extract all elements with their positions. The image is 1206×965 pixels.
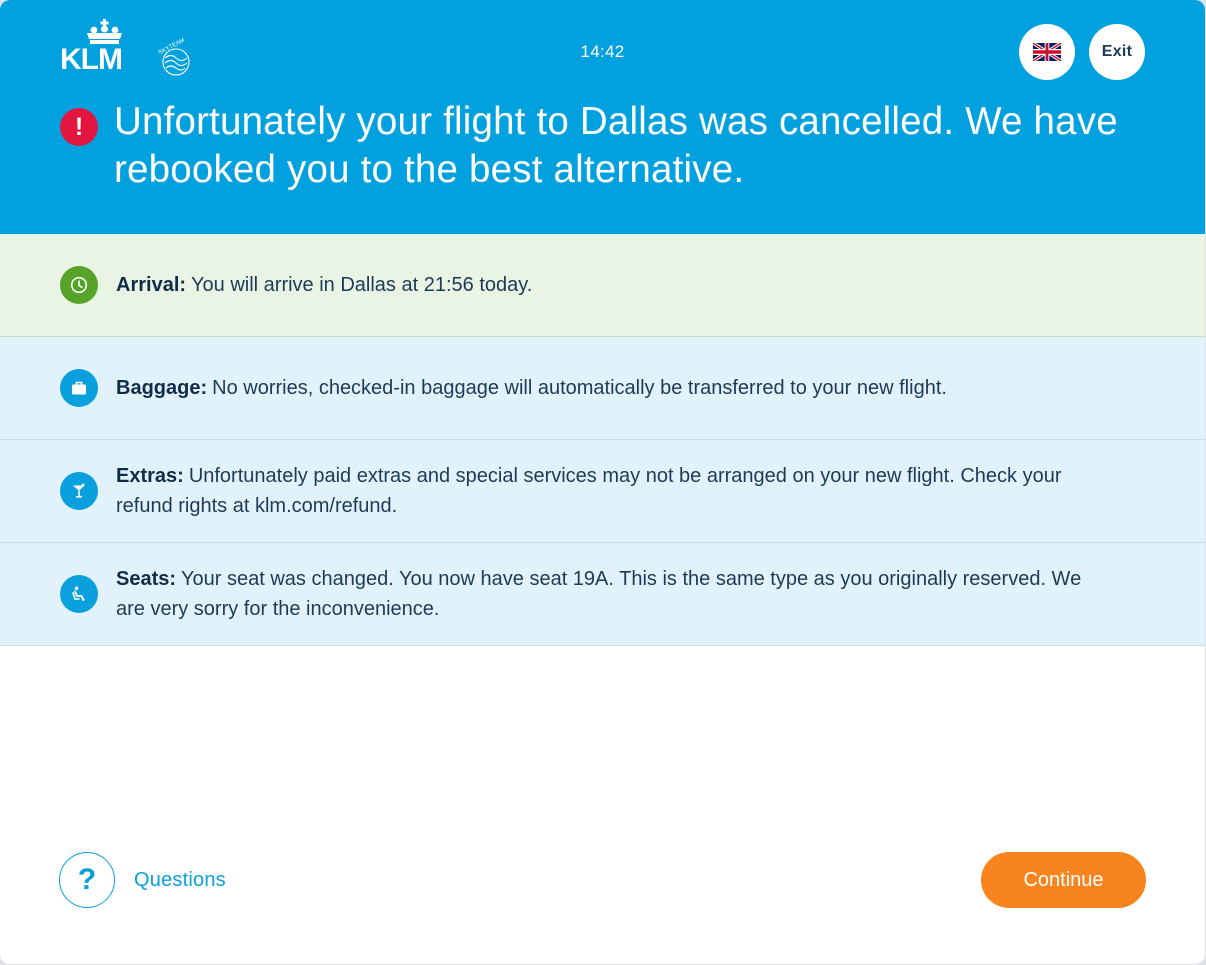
detail-value: Your seat was changed. You now have seat… <box>116 568 1082 620</box>
detail-value: Unfortunately paid extras and special se… <box>116 465 1062 517</box>
cocktail-icon <box>60 472 98 510</box>
detail-text: Seats: Your seat was changed. You now hav… <box>116 564 1105 624</box>
questions-button[interactable]: ? Questions <box>59 851 226 909</box>
detail-text: Extras: Unfortunately paid extras and spe… <box>116 461 1105 521</box>
question-mark-icon: ? <box>59 852 115 908</box>
detail-value: No worries, checked-in baggage will auto… <box>212 377 947 399</box>
detail-text: Arrival: You will arrive in Dallas at 21:… <box>116 270 1105 300</box>
detail-text: Baggage: No worries, checked-in baggage w… <box>116 373 1105 403</box>
seat-icon <box>60 575 98 613</box>
detail-row-baggage: Baggage: No worries, checked-in baggage w… <box>0 337 1205 440</box>
detail-value: You will arrive in Dallas at 21:56 today… <box>191 274 533 296</box>
clock-icon <box>60 266 98 304</box>
detail-label: Arrival: <box>116 274 187 296</box>
questions-label: Questions <box>134 868 226 891</box>
exit-button[interactable]: Exit <box>1089 24 1145 80</box>
page-title: Unfortunately your flight to Dallas was … <box>114 100 1118 191</box>
detail-row-seats: Seats: Your seat was changed. You now hav… <box>0 543 1205 646</box>
exclamation-icon: ! <box>60 108 98 146</box>
detail-row-extras: Extras: Unfortunately paid extras and spe… <box>0 440 1205 543</box>
briefcase-icon <box>60 369 98 407</box>
detail-label: Seats: <box>116 568 177 590</box>
rebooking-details: Arrival: You will arrive in Dallas at 21:… <box>0 234 1205 646</box>
uk-flag-icon <box>1033 43 1061 61</box>
detail-label: Baggage: <box>116 377 208 399</box>
header: KLM SKYTEAM 14:42 Exit ! Unfortunately y… <box>0 0 1205 234</box>
kiosk-screen: KLM SKYTEAM 14:42 Exit ! Unfortunately y… <box>0 0 1205 964</box>
continue-button[interactable]: Continue <box>981 852 1146 908</box>
detail-label: Extras: <box>116 465 184 487</box>
detail-row-arrival: Arrival: You will arrive in Dallas at 21:… <box>0 234 1205 337</box>
language-button[interactable] <box>1019 24 1075 80</box>
